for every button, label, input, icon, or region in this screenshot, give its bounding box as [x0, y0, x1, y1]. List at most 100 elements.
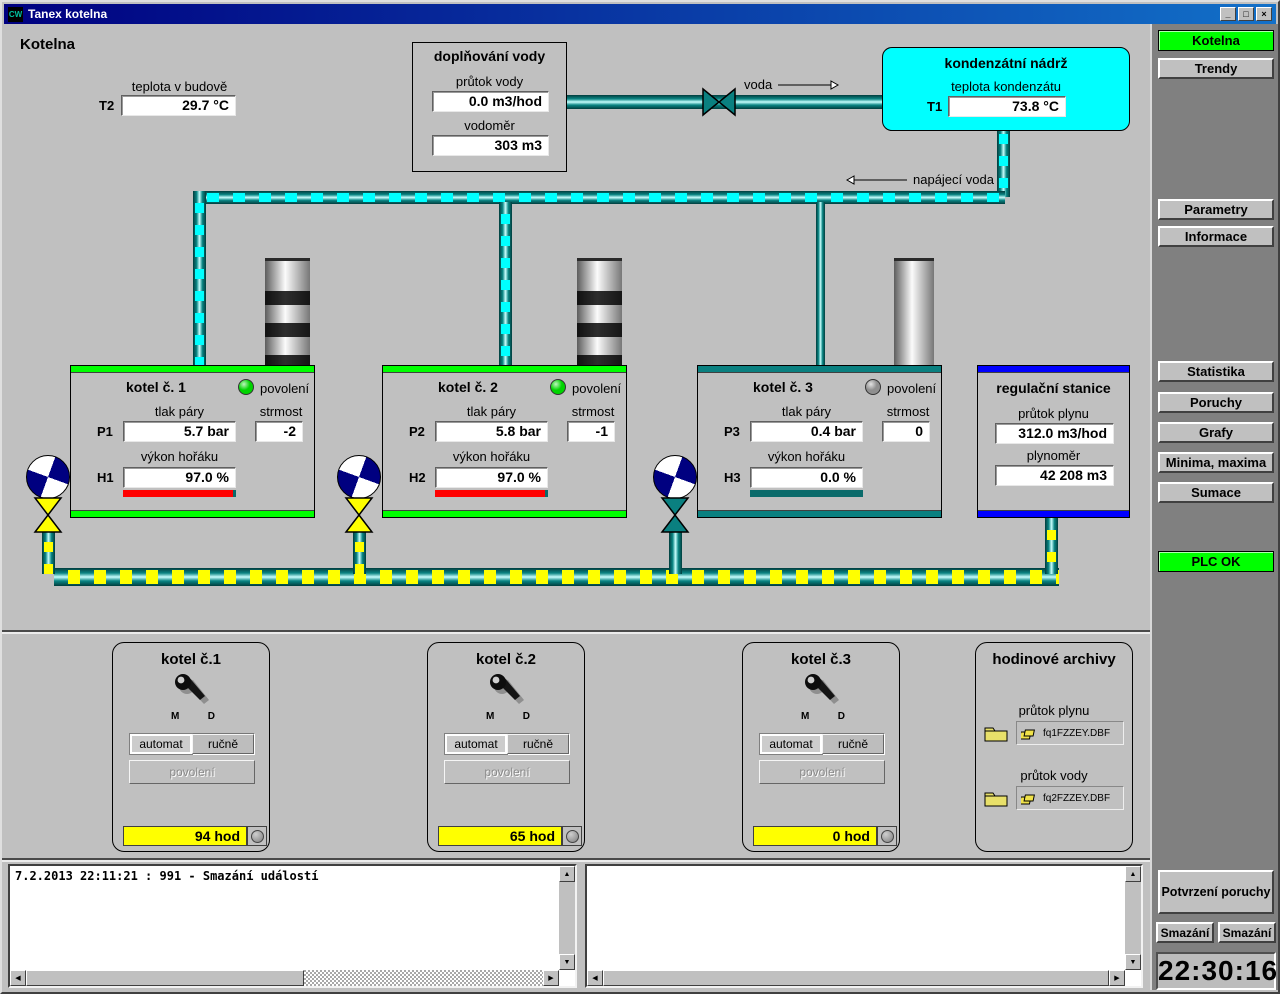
burner2-gas-pipe: [353, 530, 366, 574]
sidebar: Kotelna Trendy Parametry Informace Stati…: [1150, 24, 1280, 990]
boiler2-chimney: [577, 258, 622, 366]
station-bottom-bar: [978, 510, 1129, 517]
event-log-hscrollbar[interactable]: ◀ ▶: [10, 970, 559, 986]
water-flow-label: průtok vody: [413, 74, 566, 89]
sidebar-item-minima-maxima[interactable]: Minima, maxima: [1158, 452, 1274, 473]
water-refill-box: doplňování vody průtok vody 0.0 m3/hod v…: [412, 42, 567, 172]
sidebar-item-informace[interactable]: Informace: [1158, 226, 1274, 247]
boiler2-pressure-tag: P2: [409, 424, 425, 439]
sidebar-item-parametry[interactable]: Parametry: [1158, 199, 1274, 220]
alarm-log-vscrollbar[interactable]: ▲ ▼: [1125, 866, 1141, 970]
scroll-right-icon[interactable]: ▶: [543, 970, 559, 986]
mode-switch-icon[interactable]: [484, 671, 530, 713]
sidebar-item-kotelna[interactable]: Kotelna: [1158, 30, 1274, 51]
alarm-log-hscrollbar[interactable]: ◀ ▶: [587, 970, 1125, 986]
automat-button[interactable]: automat: [445, 734, 507, 754]
boiler2-power-bar: [435, 490, 548, 497]
folder-icon[interactable]: [984, 724, 1008, 742]
scroll-left-icon[interactable]: ◀: [10, 970, 26, 986]
boiler3-power-label: výkon hořáku: [750, 449, 863, 464]
clear-events-button[interactable]: Smazání: [1156, 922, 1214, 943]
mode-switch-icon[interactable]: [799, 671, 845, 713]
sidebar-item-statistika[interactable]: Statistika: [1158, 361, 1274, 382]
feedwater-header-pipe: [193, 191, 1005, 204]
folder-icon[interactable]: [984, 789, 1008, 807]
sidebar-item-poruchy[interactable]: Poruchy: [1158, 392, 1274, 413]
water-archive-filename: fq2FZZEY.DBF: [1043, 793, 1110, 804]
alarm-log-list[interactable]: ▲ ▼ ◀ ▶: [585, 864, 1143, 988]
scroll-up-icon[interactable]: ▲: [1125, 866, 1141, 882]
boiler3-slope-value: 0: [882, 421, 930, 442]
rucne-button[interactable]: ručně: [192, 734, 254, 754]
scrollbar-thumb[interactable]: [603, 970, 1109, 986]
sidebar-item-trendy[interactable]: Trendy: [1158, 58, 1274, 79]
regulation-station-box: regulační stanice průtok plynu 312.0 m3/…: [977, 365, 1130, 518]
scrollbar-track[interactable]: [304, 970, 543, 986]
ack-fault-button[interactable]: Potvrzení poruchy: [1158, 870, 1274, 914]
water-archive-field[interactable]: fq2FZZEY.DBF: [1016, 786, 1124, 810]
clear-alarms-button[interactable]: Smazání: [1218, 922, 1276, 943]
water-refill-title: doplňování vody: [413, 48, 566, 64]
water-meter-value: 303 m3: [432, 135, 549, 156]
scroll-up-icon[interactable]: ▲: [559, 866, 575, 882]
scada-window: CW Tanex kotelna _ □ × Kotelna teplota v…: [0, 0, 1280, 994]
scrollbar-thumb[interactable]: [26, 970, 304, 986]
boiler3-top-bar: [698, 366, 941, 373]
switch-pos-d: D: [523, 711, 530, 722]
burner3-symbol: [653, 455, 697, 499]
system-clock: 22:30:16: [1156, 952, 1276, 990]
burner2-valve: [344, 496, 374, 534]
mode-selector: automat ručně: [444, 733, 570, 755]
boiler3-enable-label: povolení: [887, 381, 936, 396]
switch-pos-m: M: [801, 711, 809, 722]
condensate-tank-title: kondenzátní nádrž: [883, 55, 1129, 71]
povoleni-button[interactable]: povolení: [444, 760, 570, 784]
boiler2-feed-pipe: [499, 202, 512, 367]
archives-title: hodinové archivy: [976, 651, 1132, 668]
scroll-down-icon[interactable]: ▼: [559, 954, 575, 970]
rucne-button[interactable]: ručně: [507, 734, 569, 754]
scroll-right-icon[interactable]: ▶: [1109, 970, 1125, 986]
hourly-archives-panel: hodinové archivy průtok plynu fq1FZZEY.D…: [975, 642, 1133, 852]
povoleni-button[interactable]: povolení: [129, 760, 255, 784]
switch-positions: M D: [171, 711, 215, 722]
condensate-temp-tag: T1: [927, 99, 942, 114]
boiler3-slope-label: strmost: [882, 404, 934, 419]
event-log-list[interactable]: 7.2.2013 22:11:21 : 991 - Smazání událos…: [8, 864, 577, 988]
boiler1-title: kotel č. 1: [126, 379, 186, 395]
rucne-button[interactable]: ručně: [822, 734, 884, 754]
boiler1-enable-label: povolení: [260, 381, 309, 396]
mode-switch-icon[interactable]: [169, 671, 215, 713]
sidebar-item-sumace[interactable]: Sumace: [1158, 482, 1274, 503]
building-temp-value: 29.7 °C: [121, 95, 236, 116]
maximize-button[interactable]: □: [1238, 7, 1254, 21]
povoleni-button[interactable]: povolení: [759, 760, 885, 784]
automat-button[interactable]: automat: [760, 734, 822, 754]
boiler1-control-panel: kotel č.1 M D automat ručně povolení 94 …: [112, 642, 270, 852]
voda-label: voda: [744, 77, 772, 92]
boiler3-pressure-tag: P3: [724, 424, 740, 439]
boiler3-bottom-bar: [698, 510, 941, 517]
gas-archive-field[interactable]: fq1FZZEY.DBF: [1016, 721, 1124, 745]
automat-button[interactable]: automat: [130, 734, 192, 754]
burner1-gas-pipe: [42, 530, 55, 574]
minimize-button[interactable]: _: [1220, 7, 1236, 21]
sidebar-item-grafy[interactable]: Grafy: [1158, 422, 1274, 443]
switch-positions: M D: [486, 711, 530, 722]
boiler1-pressure-label: tlak páry: [123, 404, 236, 419]
boiler3-title: kotel č. 3: [753, 379, 813, 395]
scroll-down-icon[interactable]: ▼: [1125, 954, 1141, 970]
scroll-left-icon[interactable]: ◀: [587, 970, 603, 986]
gas-flow-label: průtok plynu: [978, 406, 1129, 421]
boiler1-power-bar: [123, 490, 236, 497]
boiler1-box: kotel č. 1 povolení tlak páry strmost P1…: [70, 365, 315, 518]
burner3-gas-pipe: [669, 530, 682, 574]
event-log-vscrollbar[interactable]: ▲ ▼: [559, 866, 575, 970]
boiler3-control-panel: kotel č.3 M D automat ručně povolení 0 h…: [742, 642, 900, 852]
switch-pos-m: M: [171, 711, 179, 722]
boiler3-enable-indicator: [865, 379, 881, 395]
event-log-entry: 7.2.2013 22:11:21 : 991 - Smazání událos…: [15, 869, 555, 883]
close-button[interactable]: ×: [1256, 7, 1272, 21]
boiler1-slope-label: strmost: [255, 404, 307, 419]
boiler3-box: kotel č. 3 povolení tlak páry strmost P3…: [697, 365, 942, 518]
